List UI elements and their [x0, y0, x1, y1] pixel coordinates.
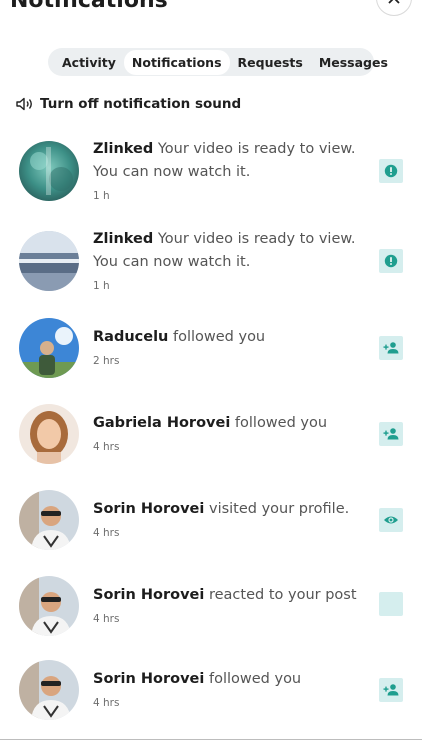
notification-badge[interactable]: [379, 159, 403, 183]
notification-message: followed you: [172, 329, 266, 345]
notification-name: Sorin Horovei: [93, 501, 205, 517]
notification-name: Sorin Horovei: [93, 671, 205, 687]
avatar: [19, 660, 79, 720]
notification-text: Zlinked Your video is ready to view. You…: [93, 138, 371, 184]
tab-activity[interactable]: Activity: [54, 50, 124, 75]
notification-name: Zlinked: [93, 141, 154, 157]
notification-time: 1 h: [93, 280, 110, 292]
notification-badge[interactable]: [379, 508, 403, 532]
tab-bar: Activity Notifications Requests Messages: [48, 48, 388, 76]
tab-messages[interactable]: Messages: [311, 50, 396, 75]
list-item[interactable]: Raducelu followed you 2 hrs: [0, 316, 422, 402]
list-item[interactable]: Zlinked Your video is ready to view. You…: [0, 138, 422, 224]
notification-badge[interactable]: [379, 422, 403, 446]
notification-message: followed you: [208, 671, 302, 687]
person-add-icon: [383, 428, 399, 440]
notification-message: followed you: [234, 415, 328, 431]
notification-text: Sorin Horovei reacted to your post: [93, 584, 371, 607]
alert-icon: [384, 164, 398, 178]
avatar: [19, 490, 79, 550]
notification-message: reacted to your post: [208, 587, 357, 603]
notification-text: Sorin Horovei followed you: [93, 668, 371, 691]
alert-icon: [384, 254, 398, 268]
avatar: [19, 576, 79, 636]
notification-text: Zlinked Your video is ready to view. You…: [93, 228, 371, 274]
list-item[interactable]: Gabriela Horovei followed you 4 hrs: [0, 402, 422, 488]
divider: [0, 739, 422, 740]
header: Notifications: [10, 0, 412, 18]
notification-time: 4 hrs: [93, 527, 120, 539]
notification-text: Gabriela Horovei followed you: [93, 412, 371, 435]
notification-name: Gabriela Horovei: [93, 415, 231, 431]
notification-name: Raducelu: [93, 329, 169, 345]
notification-text: Raducelu followed you: [93, 326, 371, 349]
notification-badge[interactable]: [379, 336, 403, 360]
person-add-icon: [383, 684, 399, 696]
list-item[interactable]: Zlinked Your video is ready to view. You…: [0, 228, 422, 314]
avatar: [19, 404, 79, 464]
close-button[interactable]: [376, 0, 412, 16]
person-add-icon: [383, 342, 399, 354]
notification-name: Zlinked: [93, 231, 154, 247]
notification-time: 4 hrs: [93, 441, 120, 453]
list-item[interactable]: Sorin Horovei visited your profile. 4 hr…: [0, 488, 422, 574]
notification-name: Sorin Horovei: [93, 587, 205, 603]
notification-text: Sorin Horovei visited your profile.: [93, 498, 371, 521]
avatar: [19, 141, 79, 201]
notification-time: 4 hrs: [93, 697, 120, 709]
notification-badge[interactable]: [379, 592, 403, 616]
page-title: Notifications: [10, 0, 168, 13]
notification-message: visited your profile.: [208, 501, 350, 517]
notification-time: 1 h: [93, 190, 110, 202]
notification-badge[interactable]: [379, 249, 403, 273]
notification-time: 2 hrs: [93, 355, 120, 367]
list-item[interactable]: Sorin Horovei followed you 4 hrs: [0, 658, 422, 744]
close-icon: [388, 0, 400, 4]
notification-sound-toggle[interactable]: Turn off notification sound: [16, 96, 241, 112]
notification-badge[interactable]: [379, 678, 403, 702]
tab-requests[interactable]: Requests: [230, 50, 311, 75]
eye-icon: [384, 516, 398, 524]
speaker-off-icon: [16, 97, 32, 111]
avatar: [19, 318, 79, 378]
list-item[interactable]: Sorin Horovei reacted to your post 4 hrs: [0, 574, 422, 660]
notification-sound-label: Turn off notification sound: [40, 96, 242, 112]
notification-time: 4 hrs: [93, 613, 120, 625]
tab-notifications[interactable]: Notifications: [123, 49, 230, 75]
avatar: [19, 231, 79, 291]
